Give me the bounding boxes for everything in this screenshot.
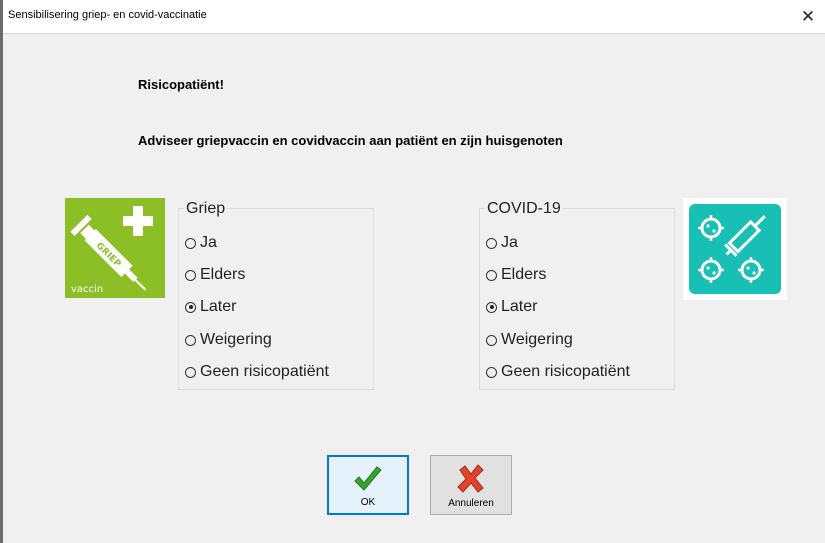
radio-icon[interactable] [185,334,196,346]
red-x-icon [457,464,484,493]
option-label: Geen risicopatiënt [200,363,329,380]
ok-button[interactable]: OK [327,455,409,515]
dialog-body: Risicopatiënt! Adviseer griepvaccin en c… [3,34,825,543]
radio-icon[interactable] [486,334,497,346]
griep-group: Griep Ja Elders Later Weigering Geen ris… [178,200,374,390]
radio-icon[interactable] [486,366,497,378]
green-checkmark-icon [354,466,382,491]
griep-option-ja[interactable]: Ja [185,232,217,254]
close-icon: ✕ [800,7,816,26]
griep-option-weigering[interactable]: Weigering [185,329,272,351]
covid-group-title: COVID-19 [485,200,563,218]
covid-option-ja[interactable]: Ja [486,232,518,254]
virus-syringe-icon [689,204,781,294]
covid-option-later[interactable]: Later [486,296,537,318]
cancel-button-label: Annuleren [448,498,494,509]
griep-icon-caption: vaccin [71,284,103,295]
title-bar: Sensibilisering griep- en covid-vaccinat… [0,0,825,34]
covid-icon-frame [683,198,787,300]
griep-group-title: Griep [184,200,228,218]
radio-icon[interactable] [185,269,196,281]
option-label: Elders [501,266,547,283]
radio-icon[interactable] [486,237,497,249]
option-label: Weigering [200,331,272,348]
griep-option-geen-risicopatient[interactable]: Geen risicopatiënt [185,361,329,383]
radio-icon[interactable] [185,237,196,249]
risk-heading: Risicopatiënt! [138,77,224,92]
option-label: Geen risicopatiënt [501,363,630,380]
window-title: Sensibilisering griep- en covid-vaccinat… [8,9,207,21]
option-label: Later [501,298,538,315]
option-label: Ja [501,234,518,251]
ok-button-label: OK [360,497,376,508]
griep-option-elders[interactable]: Elders [185,264,245,286]
option-label: Elders [200,266,246,283]
radio-icon[interactable] [185,366,196,378]
covid-option-elders[interactable]: Elders [486,264,546,286]
option-label: Ja [200,234,217,251]
syringe-plus-icon: GRIEP vaccin [65,198,165,298]
covid-option-geen-risicopatient[interactable]: Geen risicopatiënt [486,361,630,383]
option-label: Weigering [501,331,573,348]
radio-checked-icon[interactable] [185,301,196,313]
radio-icon[interactable] [486,269,497,281]
griep-option-later[interactable]: Later [185,296,236,318]
covid-option-weigering[interactable]: Weigering [486,329,573,351]
advice-text: Adviseer griepvaccin en covidvaccin aan … [138,133,563,148]
radio-checked-icon[interactable] [486,301,497,313]
covid-group: COVID-19 Ja Elders Later Weigering Geen … [479,200,675,390]
option-label: Later [200,298,237,315]
cancel-button[interactable]: Annuleren [430,455,512,515]
close-button[interactable]: ✕ [791,0,825,34]
